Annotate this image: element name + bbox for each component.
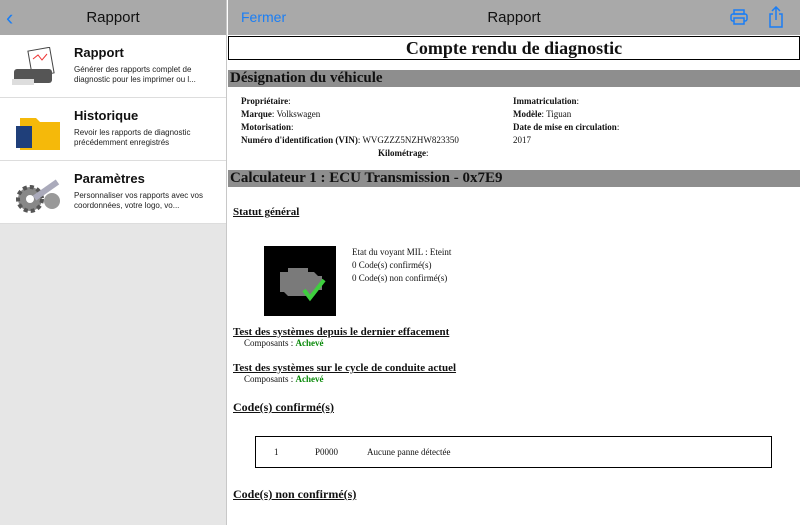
- engine-check-icon: [264, 246, 336, 316]
- sidebar-item-historique[interactable]: Historique Revoir les rapports de diagno…: [0, 98, 226, 161]
- back-chevron-icon[interactable]: ‹: [6, 0, 13, 35]
- sidebar-item-parametres[interactable]: Paramètres Personnaliser vos rapports av…: [0, 161, 226, 224]
- report-panel: Fermer Rapport Compte rendu de diagnosti…: [228, 0, 800, 525]
- test2-status: Composants : Achevé: [244, 374, 324, 384]
- mil-status: Etat du voyant MIL : Eteint 0 Code(s) con…: [352, 247, 452, 283]
- test1-status: Composants : Achevé: [244, 338, 324, 348]
- report-header: Fermer Rapport: [228, 0, 800, 35]
- sidebar-item-rapport[interactable]: Rapport Générer des rapports complet de …: [0, 35, 226, 98]
- close-button[interactable]: Fermer: [241, 0, 286, 35]
- sidebar-title: Rapport: [86, 9, 140, 26]
- vehicle-section-header: Désignation du véhicule: [228, 70, 800, 87]
- unconfirmed-codes-title: Code(s) non confirmé(s): [233, 487, 357, 501]
- report-title: Rapport: [487, 9, 541, 26]
- status-title: Statut général: [233, 206, 300, 218]
- test1-title: Test des systèmes depuis le dernier effa…: [233, 326, 450, 338]
- vehicle-info: Propriétaire: Marque: Volkswagen Motoris…: [241, 96, 620, 158]
- print-icon[interactable]: [730, 9, 748, 25]
- sidebar: ‹ Rapport Rapport Générer des rapports c…: [0, 0, 227, 525]
- doc-title: Compte rendu de diagnostic: [228, 36, 800, 60]
- confirmed-codes-table: 1 P0000 Aucune panne détectée: [255, 436, 772, 468]
- printer-report-icon: [12, 47, 55, 85]
- gear-wrench-icon: [16, 179, 60, 213]
- test2-title: Test des systèmes sur le cycle de condui…: [233, 362, 457, 374]
- sidebar-header: ‹ Rapport: [0, 0, 226, 35]
- confirmed-codes-title: Code(s) confirmé(s): [233, 400, 334, 414]
- folder-icon: [16, 118, 60, 150]
- share-icon[interactable]: [768, 6, 784, 28]
